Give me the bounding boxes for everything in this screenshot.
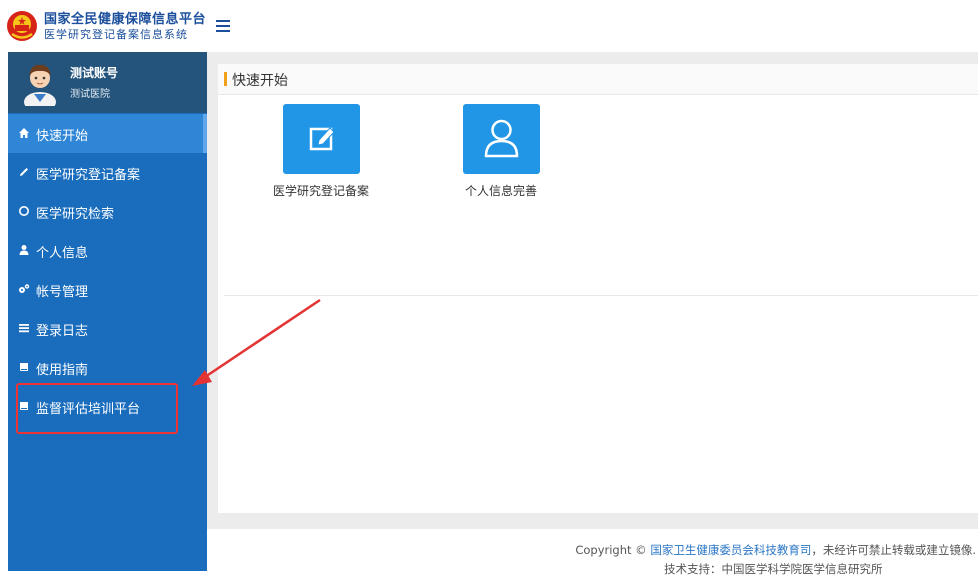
footer-copyright: Copyright © 国家卫生健康委员会科技教育司，未经许可禁止转载或建立镜像…: [575, 542, 976, 558]
tile-label: 医学研究登记备案: [272, 184, 369, 198]
sidebar-item-research-search[interactable]: 医学研究检索: [8, 192, 207, 231]
panel-accent-bar: [224, 72, 227, 86]
national-emblem-icon: [7, 11, 37, 41]
annotation-highlight-box: [16, 383, 178, 434]
footer-support: 技术支持：中国医学科学院医学信息研究所: [664, 562, 883, 576]
org-link[interactable]: 国家卫生健康委员会科技教育司: [650, 543, 811, 557]
sidebar-item-label: 医学研究登记备案: [36, 168, 141, 183]
pencil-icon: [20, 168, 28, 176]
app-title: 国家全民健康保障信息平台: [44, 12, 207, 27]
gears-icon: [19, 284, 30, 293]
sidebar-item-label: 医学研究检索: [36, 207, 115, 222]
sidebar-item-research-registration[interactable]: 医学研究登记备案: [8, 153, 207, 192]
footer: Copyright © 国家卫生健康委员会科技教育司，未经许可禁止转载或建立镜像…: [207, 529, 978, 576]
sidebar-item-account-management[interactable]: 帐号管理: [8, 270, 207, 309]
book-icon: [20, 363, 28, 371]
tile-label: 个人信息完善: [464, 184, 537, 198]
edit-icon: [283, 104, 360, 174]
panel-title: 快速开始: [232, 73, 288, 89]
user-name: 测试账号: [70, 66, 119, 80]
app-subtitle: 医学研究登记备案信息系统: [44, 28, 188, 41]
top-bar: 国家全民健康保障信息平台 医学研究登记备案信息系统: [0, 0, 978, 52]
sidebar-item-quick-start[interactable]: 快速开始: [8, 114, 207, 153]
home-icon: [19, 128, 29, 138]
user-outline-icon: [463, 104, 540, 174]
sidebar-item-label: 快速开始: [36, 129, 89, 144]
sidebar-item-label: 帐号管理: [36, 285, 89, 300]
sidebar-item-personal-info[interactable]: 个人信息: [8, 231, 207, 270]
tile-personal-info-completion[interactable]: 个人信息完善: [428, 104, 568, 214]
list-icon: [19, 324, 29, 333]
copyright-suffix: ，未经许可禁止转载或建立镜像.: [811, 543, 976, 557]
user-org: 测试医院: [70, 89, 110, 100]
avatar: [24, 64, 56, 106]
menu-toggle-icon[interactable]: [216, 20, 230, 34]
user-icon: [19, 245, 29, 255]
sidebar-item-label: 登录日志: [36, 324, 89, 339]
user-panel: 测试账号 测试医院: [8, 52, 207, 113]
quick-start-panel: 快速开始 医学研究登记备案 个人信息完善: [218, 64, 978, 513]
panel-divider: [224, 295, 978, 296]
copyright-prefix: Copyright ©: [575, 543, 647, 557]
tile-research-registration[interactable]: 医学研究登记备案: [248, 104, 388, 214]
sidebar-item-user-guide[interactable]: 使用指南: [8, 348, 207, 387]
panel-header: 快速开始: [218, 64, 978, 95]
circle-icon: [19, 206, 29, 216]
sidebar: 测试账号 测试医院 快速开始 医学研究登记备案 医学研究检索 个人信息 帐号管理…: [8, 52, 207, 571]
sidebar-item-label: 个人信息: [36, 246, 89, 261]
sidebar-item-login-log[interactable]: 登录日志: [8, 309, 207, 348]
sidebar-item-label: 使用指南: [36, 363, 89, 378]
